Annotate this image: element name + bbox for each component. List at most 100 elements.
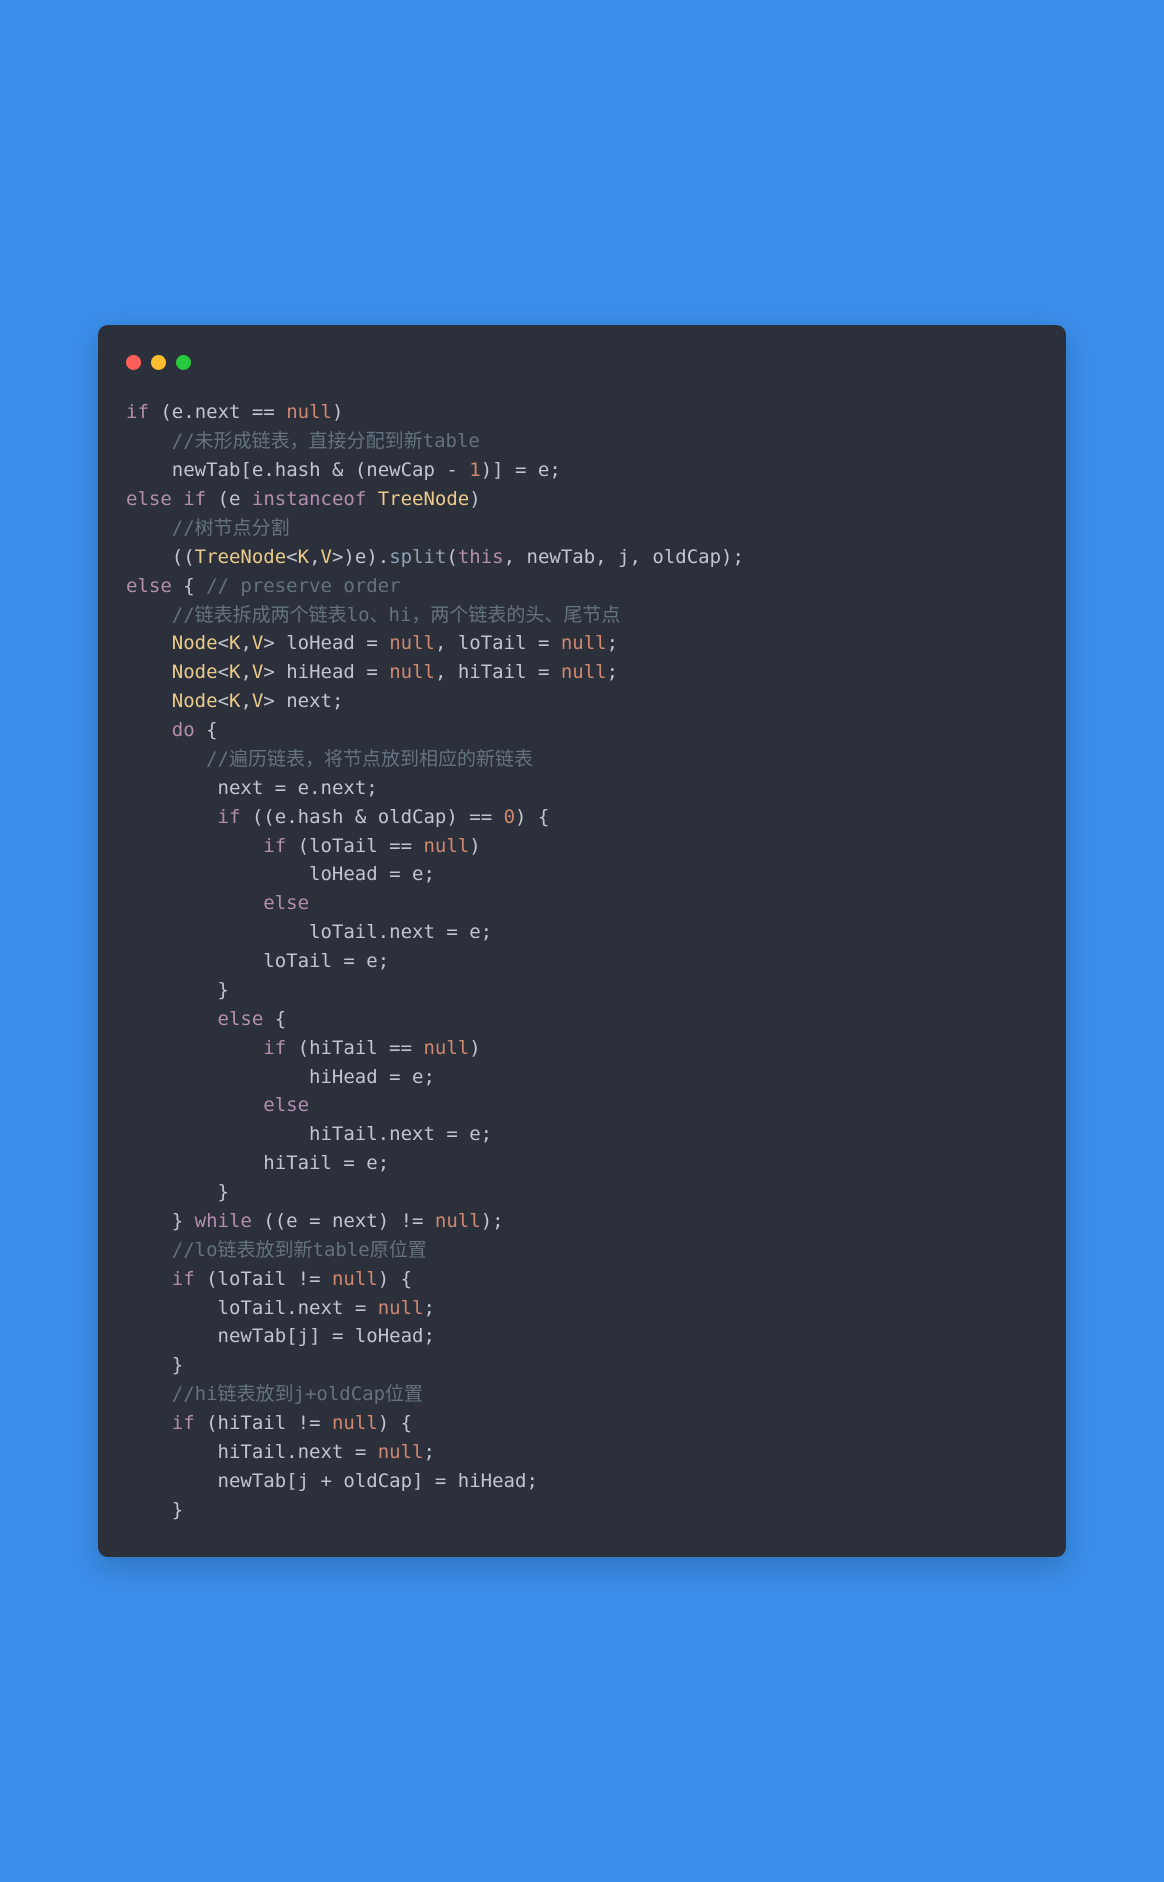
code-token: loHead [309,863,378,885]
code-token: > [263,632,286,654]
code-token: this [458,546,504,568]
code-token: loTail [458,632,527,654]
code-token: //lo链表放到新table原位置 [172,1239,427,1261]
code-token: ; [549,459,560,481]
code-token: 1 [469,459,480,481]
code-token: ) { [378,1268,412,1290]
code-token: next [286,690,332,712]
code-token: , [435,661,458,683]
code-token: if [263,835,286,857]
code-token: loHead [355,1325,424,1347]
code-token: V [321,546,332,568]
code-token: . [378,1123,389,1145]
code-token: . [263,459,274,481]
code-token: K [298,546,309,568]
code-token: //树节点分割 [172,517,290,539]
code-token: 0 [504,806,515,828]
maximize-icon[interactable] [176,355,191,370]
code-token: + [309,1470,343,1492]
code-token: else [126,575,172,597]
code-token: K [229,661,240,683]
code-token: ; [378,950,389,972]
code-token: null [389,661,435,683]
code-token: , [240,632,251,654]
code-token [126,1094,263,1116]
code-token: , [240,661,251,683]
code-token: j [298,1470,309,1492]
code-token: else [263,1094,309,1116]
code-token: [ [240,459,251,481]
code-token: loTail [218,1297,287,1319]
code-token: e [298,777,309,799]
code-window: if (e.next == null) //未形成链表，直接分配到新table … [98,325,1066,1556]
code-token: loHead [286,632,355,654]
minimize-icon[interactable] [151,355,166,370]
code-token: { [263,1008,286,1030]
code-block: if (e.next == null) //未形成链表，直接分配到新table … [126,398,1038,1524]
code-token: [ [286,1325,297,1347]
code-token: Node [172,690,218,712]
code-token: } [126,1181,229,1203]
code-token: ); [481,1210,504,1232]
code-token: ; [481,921,492,943]
code-token: split [389,546,446,568]
code-token: = [527,632,561,654]
code-token: oldCap [652,546,721,568]
code-token: == [378,1037,424,1059]
code-token [126,661,172,683]
code-token: null [378,1441,424,1463]
code-token: j [618,546,629,568]
code-token: newTab [172,459,241,481]
code-token: = [355,661,389,683]
code-token: e [252,459,263,481]
code-token: K [229,690,240,712]
code-token: = [527,661,561,683]
code-token: } [126,1210,195,1232]
code-token: , [630,546,653,568]
code-token: null [561,632,607,654]
code-token: hiTail [218,1412,287,1434]
code-token: j [298,1325,309,1347]
code-token: // preserve order [206,575,400,597]
code-token: ) { [378,1412,412,1434]
code-token: next [218,777,264,799]
code-token [240,488,251,510]
code-token [366,488,377,510]
code-token [126,1383,172,1405]
code-token: null [435,1210,481,1232]
code-token: ; [423,863,434,885]
code-token: ( [206,488,229,510]
code-token: else [218,1008,264,1030]
code-token: oldCap [343,1470,412,1492]
code-token: (( [252,1210,286,1232]
code-token: else [263,892,309,914]
code-token: null [561,661,607,683]
code-token [126,1268,172,1290]
code-token: ] = [412,1470,458,1492]
code-token [126,459,172,481]
code-token: ; [607,632,618,654]
code-token: e [366,950,377,972]
code-token: TreeNode [378,488,470,510]
code-token [126,719,172,741]
code-token: ; [332,690,343,712]
code-token [126,748,206,770]
code-token [126,1441,218,1463]
code-token: //链表拆成两个链表lo、hi，两个链表的头、尾节点 [172,604,621,626]
code-token [126,1008,218,1030]
code-token: [ [286,1470,297,1492]
code-token: Node [172,632,218,654]
code-token: if [172,1268,195,1290]
code-token: , [435,632,458,654]
code-token: hiTail [458,661,527,683]
code-token [126,632,172,654]
code-token [126,690,172,712]
code-token [126,835,263,857]
code-token: null [423,835,469,857]
code-token: < [286,546,297,568]
code-token: ) [469,488,480,510]
code-token: next [389,1123,435,1145]
code-token: , [595,546,618,568]
close-icon[interactable] [126,355,141,370]
code-token: null [332,1412,378,1434]
